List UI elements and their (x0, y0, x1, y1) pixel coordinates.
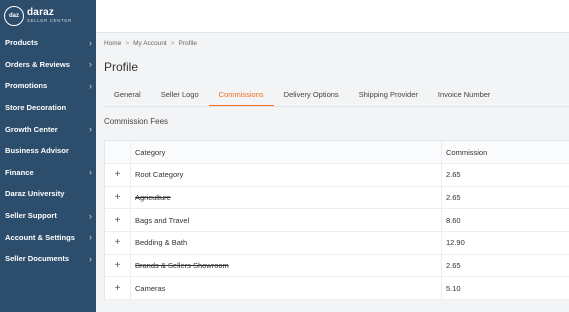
category-header: Category (131, 141, 442, 163)
table-row: + Brands & Sellers Showroom 2.65 (105, 254, 569, 278)
sidebar: daz daraz SELLER CENTER Products › Orders … (0, 0, 96, 312)
plus-icon[interactable]: + (105, 209, 131, 232)
category-cell: Root Category (131, 164, 442, 186)
content: Home > My Account > Profile Profile Gene… (96, 33, 569, 301)
sidebar-item-label: Orders & Reviews (5, 59, 70, 69)
sidebar-item-label: Growth Center (5, 124, 58, 134)
sidebar-item-label: Account & Settings (5, 232, 76, 242)
chevron-right-icon: › (89, 80, 92, 91)
sidebar-item-label: Seller Documents (5, 254, 70, 264)
breadcrumb-home[interactable]: Home (104, 40, 121, 47)
top-bar (96, 0, 569, 33)
commission-cell: 5.10 (446, 283, 461, 293)
table-body: + Root Category 2.65 + Agriculture 2.65 + Bags … (105, 164, 569, 301)
commission-cell: 2.65 (446, 170, 461, 180)
commission-table: Category Commission + Root Category 2.65 + A… (104, 140, 569, 301)
category-cell: Bedding & Bath (131, 232, 442, 254)
table-row: + Bags and Travel 8.60 (105, 209, 569, 233)
chevron-right-icon: › (89, 124, 92, 135)
profile-tabs: General Seller Logo Commissions Delivery Op… (104, 83, 569, 107)
sidebar-item-label: Promotions (5, 81, 48, 91)
logo-badge-icon: daz (4, 6, 24, 26)
sidebar-item-daraz-university[interactable]: Daraz University (0, 183, 96, 205)
plus-icon[interactable]: + (105, 164, 131, 186)
table-row: + Bedding & Bath 12.90 (105, 232, 569, 255)
chevron-right-icon: › (89, 232, 92, 243)
sidebar-item-orders-reviews[interactable]: Orders & Reviews › (0, 54, 96, 76)
main-area: Home > My Account > Profile Profile Gene… (96, 0, 569, 312)
chevron-right-icon: › (89, 167, 92, 178)
tab-commissions[interactable]: Commissions (208, 83, 274, 106)
chevron-right-icon: › (89, 37, 92, 48)
table-row: + Cameras 5.10 (105, 277, 569, 301)
commission-header: Commission (446, 147, 488, 157)
breadcrumb-profile: Profile (178, 39, 197, 47)
chevron-right-icon: › (89, 253, 92, 264)
category-cell: Agriculture (131, 186, 442, 209)
category-cell: Brands & Sellers Showroom (131, 254, 442, 277)
breadcrumb-separator: > (170, 39, 175, 47)
brand-subtitle: SELLER CENTER (27, 18, 72, 24)
sidebar-item-products[interactable]: Products › (0, 32, 96, 54)
commission-cell: 8.60 (446, 215, 461, 225)
commission-cell: 2.65 (446, 193, 461, 203)
sidebar-item-label: Products (5, 38, 38, 48)
table-header-row: Category Commission (105, 141, 569, 164)
tab-seller-logo[interactable]: Seller Logo (151, 83, 209, 106)
commission-cell: 12.90 (446, 238, 465, 248)
breadcrumb-separator: > (125, 39, 130, 47)
sidebar-item-label: Business Advisor (5, 146, 69, 156)
sidebar-item-store-decoration[interactable]: Store Decoration (0, 97, 96, 119)
table-row: + Agriculture 2.65 (105, 186, 569, 210)
brand-logo[interactable]: daz daraz SELLER CENTER (0, 0, 96, 32)
sidebar-nav: Products › Orders & Reviews › Promotions › Sto… (0, 32, 96, 270)
sidebar-item-account-settings[interactable]: Account & Settings › (0, 226, 96, 248)
chevron-right-icon: › (89, 210, 92, 221)
category-cell: Cameras (131, 277, 442, 300)
tab-general[interactable]: General (104, 83, 151, 106)
tab-shipping-provider[interactable]: Shipping Provider (349, 83, 428, 106)
commission-cell: 2.65 (446, 261, 461, 271)
plus-icon[interactable]: + (105, 254, 131, 277)
table-row: + Root Category 2.65 (105, 164, 569, 187)
sidebar-item-label: Seller Support (5, 211, 57, 221)
sidebar-item-business-advisor[interactable]: Business Advisor (0, 140, 96, 162)
plus-icon[interactable]: + (105, 277, 131, 300)
sidebar-item-promotions[interactable]: Promotions › (0, 75, 96, 97)
tab-invoice-number[interactable]: Invoice Number (428, 83, 501, 106)
sidebar-item-seller-support[interactable]: Seller Support › (0, 205, 96, 227)
breadcrumb: Home > My Account > Profile (104, 33, 569, 53)
plus-icon[interactable]: + (105, 232, 131, 254)
category-cell: Bags and Travel (131, 209, 442, 232)
expand-column-header (105, 141, 131, 163)
tab-delivery-options[interactable]: Delivery Options (274, 83, 349, 106)
sidebar-item-label: Finance (5, 167, 34, 177)
sidebar-item-label: Store Decoration (5, 103, 67, 113)
sidebar-item-seller-documents[interactable]: Seller Documents › (0, 248, 96, 270)
plus-icon[interactable]: + (105, 186, 131, 209)
sidebar-item-label: Daraz University (5, 189, 65, 199)
brand-name: daraz (27, 7, 55, 19)
sidebar-item-finance[interactable]: Finance › (0, 162, 96, 184)
sidebar-item-growth-center[interactable]: Growth Center › (0, 118, 96, 140)
section-title: Commission Fees (104, 116, 169, 126)
chevron-right-icon: › (89, 59, 92, 70)
page-title: Profile (104, 60, 139, 74)
breadcrumb-my-account[interactable]: My Account (133, 40, 167, 47)
